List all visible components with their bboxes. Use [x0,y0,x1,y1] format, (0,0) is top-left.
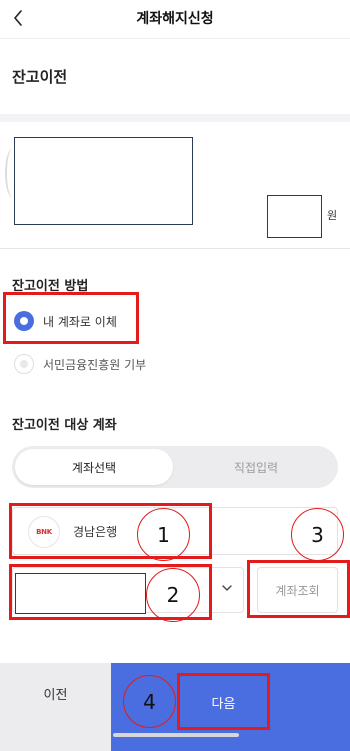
target-account-title: 잔고이전 대상 계좌 [12,418,117,433]
annotation-number-4: 4 [123,675,176,728]
section-separator [0,114,350,122]
radio-donation-label: 서민금융진흥원 기부 [43,357,147,372]
annotation-box-inquiry [247,560,350,618]
chevron-down-icon[interactable] [220,580,234,594]
prev-button[interactable]: 이전 [0,663,111,751]
radio-donation[interactable]: 서민금융진흥원 기부 [14,354,146,374]
tab-direct-input[interactable]: 직접입력 [176,459,336,476]
tab-select-account-label[interactable]: 계좌선택 [15,459,173,476]
annotation-number-3: 3 [291,508,344,561]
annotation-number-2: 2 [146,568,200,622]
redacted-amount-box [267,195,322,238]
annotation-box-transfer-option [3,292,139,344]
annotation-box-next [177,673,270,730]
section-title: 잔고이전 [12,68,68,86]
divider [0,248,350,249]
currency-unit: 원 [327,209,338,222]
home-indicator [113,733,239,737]
page-title: 계좌해지신청 [136,11,214,27]
radio-unchecked-icon[interactable] [14,354,34,374]
annotation-number-1: 1 [137,508,190,561]
redacted-balance-box [14,137,193,225]
